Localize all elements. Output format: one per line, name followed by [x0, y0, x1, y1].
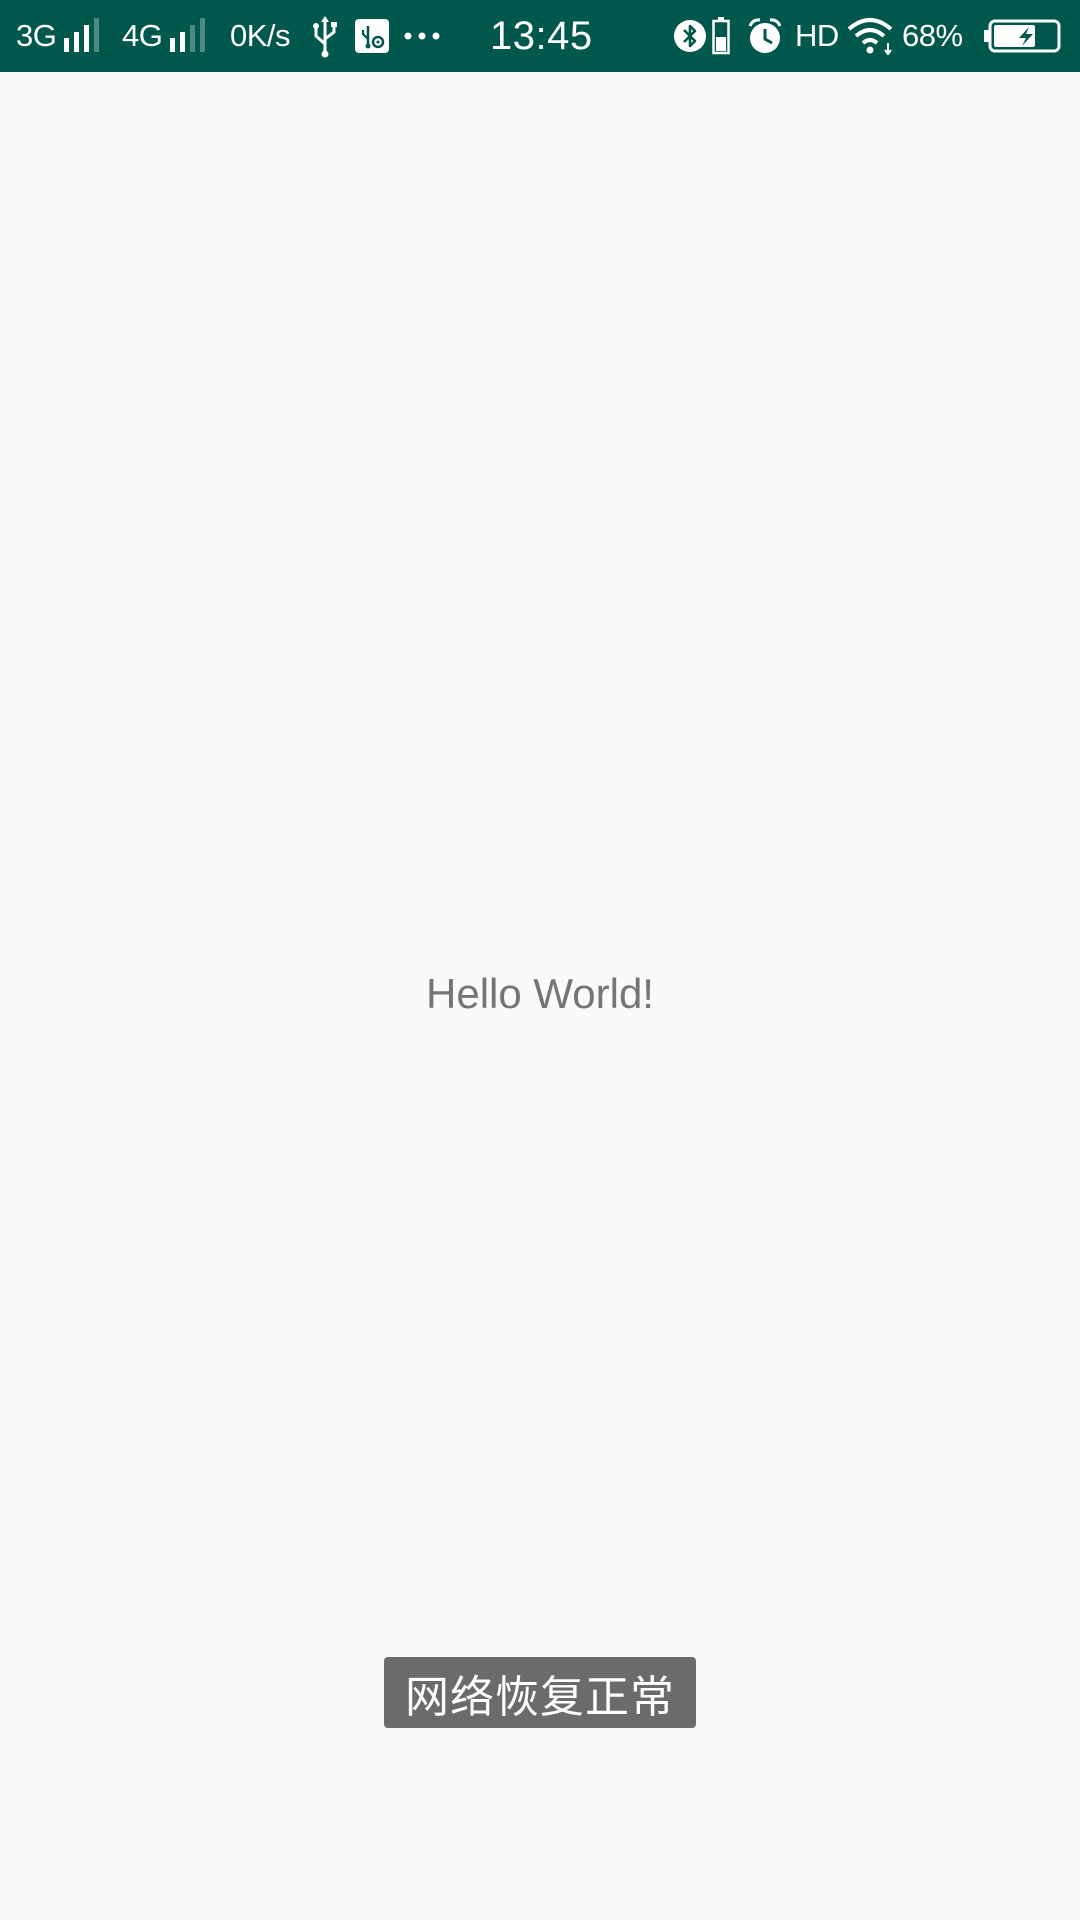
- sim2-network-type: 4G: [122, 18, 163, 53]
- toast-message: 网络恢复正常: [384, 1657, 696, 1728]
- signal-sim2-icon: [168, 0, 212, 72]
- bluetooth-icon: [673, 0, 707, 72]
- wifi-icon: [846, 0, 894, 72]
- battery-percent: 68%: [902, 18, 963, 53]
- hello-world-text: Hello World!: [426, 970, 654, 1017]
- clock-time: 13:45: [490, 13, 593, 58]
- status-bar: 3G 4G 0K/s 13:45 HD 68%: [0, 0, 1080, 72]
- alarm-icon: [747, 0, 783, 72]
- usb-debugging-icon: [355, 0, 389, 72]
- sim1-network-type: 3G: [16, 18, 57, 53]
- battery-charging-icon: [984, 0, 1062, 72]
- signal-sim1-icon: [62, 0, 106, 72]
- phone-battery-icon: [712, 0, 730, 72]
- hd-label: HD: [795, 18, 839, 53]
- usb-icon: [312, 0, 338, 72]
- network-speed: 0K/s: [230, 18, 291, 53]
- more-notifications-icon: [402, 0, 442, 72]
